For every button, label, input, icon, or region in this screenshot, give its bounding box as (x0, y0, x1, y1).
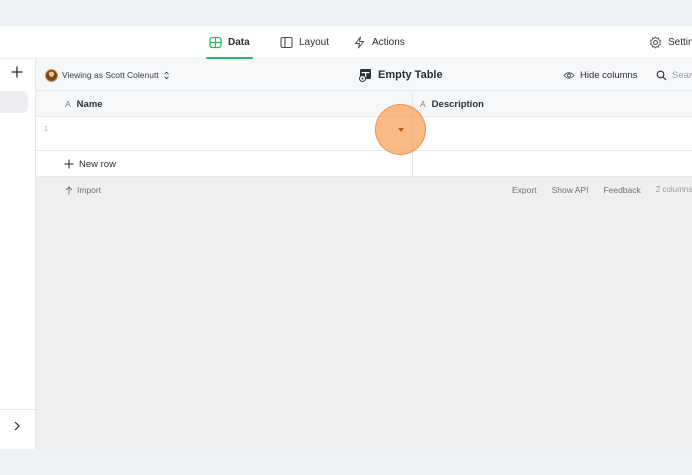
layout-icon (280, 36, 293, 49)
chevron-updown-icon (163, 71, 169, 79)
table-title[interactable]: Empty Table (359, 59, 443, 91)
viewing-as-label: Viewing as Scott Colenutt (62, 70, 159, 80)
new-row-bar: New row (36, 151, 692, 177)
show-api-link[interactable]: Show API (552, 185, 589, 195)
table-settings-icon (359, 69, 371, 82)
tab-actions-label: Actions (372, 37, 405, 48)
tab-data[interactable]: Data (206, 26, 253, 59)
avatar (45, 68, 58, 82)
import-label: Import (77, 185, 102, 195)
settings-label: Settings (668, 37, 692, 48)
plus-icon (64, 159, 74, 169)
column-count: 2 columns (655, 185, 692, 194)
table-row[interactable]: 1 (36, 117, 692, 151)
column-header-description[interactable]: A Description (420, 91, 484, 117)
tab-layout-label: Layout (299, 37, 330, 48)
arrow-up-icon (65, 185, 73, 194)
chevron-right-icon[interactable] (11, 420, 23, 432)
table-title-text: Empty Table (378, 69, 443, 81)
add-table-icon[interactable] (10, 65, 24, 79)
new-row-label: New row (79, 158, 116, 170)
column-header-name[interactable]: A Name (65, 91, 103, 117)
viewing-as-selector[interactable]: Viewing as Scott Colenutt (45, 59, 170, 91)
grid-footer-area: Import Export Show API Feedback 2 column… (36, 177, 692, 449)
sidebar-selected-table[interactable] (0, 91, 28, 113)
tab-actions[interactable]: Actions (353, 26, 405, 59)
hide-columns-label: Hide columns (580, 69, 638, 81)
search-icon (656, 70, 667, 80)
top-navigation: Data Layout Actions Settings (0, 26, 692, 59)
search-placeholder: Search (672, 69, 692, 81)
footer-links: Export Show API Feedback 2 columns (512, 185, 692, 195)
column-header-name-label: Name (76, 98, 103, 110)
search-input[interactable]: Search (656, 59, 692, 91)
left-sidebar (0, 59, 36, 449)
grid-header: A Name A Description (36, 91, 692, 117)
app-window: Data Layout Actions Settings (0, 26, 692, 449)
tab-layout[interactable]: Layout (280, 26, 329, 59)
gear-icon (650, 36, 661, 49)
new-row-button[interactable]: New row (64, 151, 116, 177)
eye-icon (563, 71, 575, 79)
feedback-link[interactable]: Feedback (603, 185, 640, 195)
column-header-description-label: Description (431, 98, 484, 110)
row-number: 1 (44, 126, 48, 133)
text-type-icon: A (65, 99, 71, 109)
table-toolbar: Viewing as Scott Colenutt Empty Table Hi… (36, 59, 692, 91)
tab-data-label: Data (228, 37, 250, 48)
export-link[interactable]: Export (512, 185, 537, 195)
table-icon (209, 36, 222, 49)
settings-button[interactable]: Settings (649, 26, 692, 59)
import-button[interactable]: Import (65, 185, 101, 195)
data-grid: A Name A Description 1 New row (36, 91, 692, 177)
text-type-icon: A (420, 99, 426, 109)
sidebar-divider (0, 409, 36, 410)
column-menu-dropdown-icon[interactable] (398, 128, 404, 132)
hide-columns-button[interactable]: Hide columns (563, 59, 638, 91)
lightning-icon (355, 36, 364, 49)
